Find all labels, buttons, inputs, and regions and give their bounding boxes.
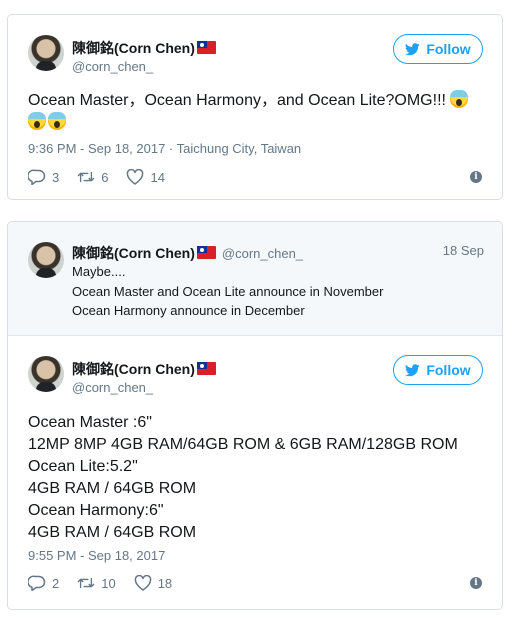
reply-count: 2 — [52, 575, 60, 591]
retweet-button[interactable]: 6 — [77, 169, 108, 185]
follow-button[interactable]: Follow — [393, 34, 483, 64]
info-icon[interactable]: i — [470, 577, 482, 589]
follow-label: Follow — [426, 41, 471, 57]
tweet-actions: 2 10 18 — [28, 575, 172, 591]
taiwan-flag-icon — [196, 246, 216, 259]
avatar[interactable] — [28, 35, 64, 71]
tweet-text-line: 12MP 8MP 4GB RAM/64GB ROM & 6GB RAM/128G… — [28, 436, 458, 453]
tweet-text: Ocean Master :6" 12MP 8MP 4GB RAM/64GB R… — [28, 412, 488, 544]
tweet-timestamp[interactable]: 9:55 PM - Sep 18, 2017 — [28, 548, 165, 563]
user-handle[interactable]: @corn_chen_ — [72, 380, 153, 395]
tweet-timestamp[interactable]: 9:36 PM - Sep 18, 2017 · Taichung City, … — [28, 141, 301, 156]
quoted-user-name-text[interactable]: 陳御銘(Corn Chen) — [72, 245, 195, 261]
tweet-actions: 3 6 14 — [28, 169, 165, 185]
quoted-date[interactable]: 18 Sep — [443, 243, 484, 258]
quoted-user-handle[interactable]: @corn_chen_ — [222, 246, 303, 261]
twitter-bird-icon — [405, 42, 421, 55]
user-name[interactable]: 陳御銘(Corn Chen) — [72, 38, 216, 58]
heart-icon — [134, 575, 151, 591]
reply-button[interactable]: 3 — [28, 169, 59, 185]
retweet-count: 6 — [101, 169, 109, 185]
follow-label: Follow — [426, 362, 471, 378]
screaming-face-emoji-icon — [28, 112, 46, 130]
retweet-count: 10 — [101, 575, 116, 591]
user-name[interactable]: 陳御銘(Corn Chen) — [72, 359, 216, 379]
taiwan-flag-icon — [196, 362, 216, 375]
retweet-icon — [77, 577, 95, 589]
tweet-text-line: Ocean Master，Ocean Harmony，and Ocean Lit… — [28, 92, 446, 109]
like-count: 18 — [157, 575, 173, 591]
info-icon[interactable]: i — [470, 171, 482, 183]
reply-icon — [28, 169, 46, 185]
avatar[interactable] — [28, 356, 64, 392]
heart-icon — [127, 169, 144, 185]
tweet-card-1: 陳御銘(Corn Chen) @corn_chen_ Follow Ocean … — [7, 14, 503, 200]
user-name-text[interactable]: 陳御銘(Corn Chen) — [72, 40, 195, 56]
user-handle[interactable]: @corn_chen_ — [72, 59, 153, 74]
tweet-text-line: Ocean Master :6" — [28, 414, 152, 431]
reply-button[interactable]: 2 — [28, 575, 59, 591]
retweet-icon — [77, 171, 95, 183]
tweet-text-line: Ocean Lite:5.2" — [28, 458, 138, 475]
reply-icon — [28, 575, 46, 591]
tweet-text-line: Ocean Harmony:6" — [28, 502, 164, 519]
quoted-text-line: Ocean Harmony announce in December — [72, 303, 305, 318]
retweet-button[interactable]: 10 — [77, 575, 116, 591]
user-name-text[interactable]: 陳御銘(Corn Chen) — [72, 361, 195, 377]
like-count: 14 — [150, 169, 165, 185]
reply-count: 3 — [52, 169, 60, 185]
tweet-text-line: 4GB RAM / 64GB ROM — [28, 524, 197, 541]
quoted-text: Maybe.... Ocean Master and Ocean Lite an… — [72, 262, 383, 321]
follow-button[interactable]: Follow — [393, 355, 483, 385]
screaming-face-emoji-icon — [48, 112, 66, 130]
quoted-user-name[interactable]: 陳御銘(Corn Chen) @corn_chen_ — [72, 243, 303, 263]
avatar[interactable] — [28, 242, 64, 278]
tweet-text-line: 4GB RAM / 64GB ROM — [28, 480, 197, 497]
quoted-text-line: Ocean Master and Ocean Lite announce in … — [72, 283, 384, 299]
tweet-text: Ocean Master，Ocean Harmony，and Ocean Lit… — [28, 90, 478, 134]
twitter-bird-icon — [405, 363, 421, 376]
quoted-tweet[interactable]: 陳御銘(Corn Chen) @corn_chen_ 18 Sep Maybe..… — [8, 222, 502, 336]
screaming-face-emoji-icon — [450, 90, 469, 108]
like-button[interactable]: 18 — [134, 575, 172, 591]
taiwan-flag-icon — [196, 41, 216, 54]
tweet-card-2: 陳御銘(Corn Chen) @corn_chen_ 18 Sep Maybe..… — [7, 221, 503, 610]
like-button[interactable]: 14 — [126, 169, 165, 185]
quoted-text-line: Maybe.... — [72, 264, 126, 279]
